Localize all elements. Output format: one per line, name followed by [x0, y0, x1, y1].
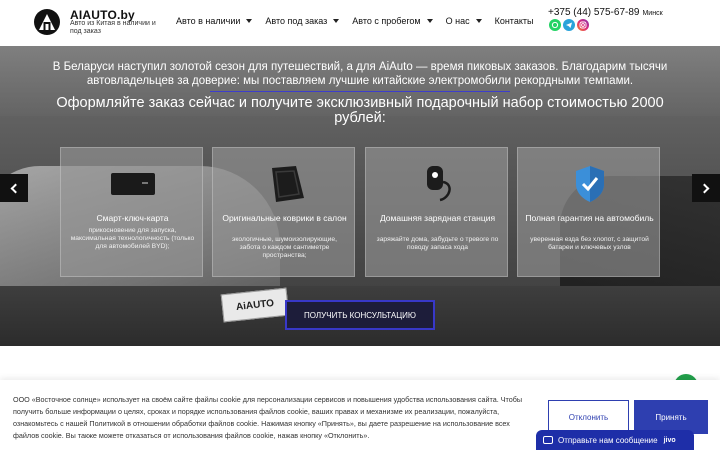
nav-item-label: Авто с пробегом: [352, 16, 421, 26]
cookie-accept-button[interactable]: Принять: [634, 400, 708, 434]
divider: [210, 91, 510, 92]
chevron-left-icon: [10, 183, 21, 193]
car-floor-mats-icon: [213, 162, 356, 206]
gift-card-title: Оригинальные коврики в салон: [222, 213, 347, 223]
slider-next-button[interactable]: [692, 174, 720, 202]
gift-card-desc: прикосновение для запуска, максимальная …: [70, 227, 195, 250]
chat-widget-button[interactable]: Отправьте нам сообщение jivo: [536, 430, 694, 450]
chevron-down-icon: [426, 19, 433, 23]
instagram-icon[interactable]: [577, 19, 589, 31]
chat-bubble-icon: [543, 436, 553, 444]
gift-card-smart-key: Смарт-ключ-карта прикосновение для запус…: [60, 147, 203, 277]
phone-value: +375 (44) 575-67-89: [548, 7, 640, 18]
chat-label: Отправьте нам сообщение: [558, 435, 658, 445]
cookie-decline-button[interactable]: Отклонить: [548, 400, 629, 434]
gift-card-desc: заряжайте дома, забудьте о тревоге по по…: [376, 236, 499, 251]
nav-item-about[interactable]: О нас: [446, 16, 482, 26]
chevron-down-icon: [246, 19, 253, 23]
gift-cards: Смарт-ключ-карта прикосновение для запус…: [60, 147, 660, 277]
site-header: AIAUTO.by Авто из Китая в наличии и под …: [0, 0, 720, 46]
smart-key-card-icon: [61, 162, 204, 206]
social-links: [549, 19, 589, 31]
telegram-icon[interactable]: [563, 19, 575, 31]
phone-number[interactable]: +375 (44) 575-67-89 Минск: [548, 7, 663, 18]
chevron-down-icon: [475, 19, 482, 23]
warranty-shield-icon: [518, 162, 661, 206]
nav-item-used[interactable]: Авто с пробегом: [352, 16, 433, 26]
chevron-down-icon: [333, 19, 340, 23]
gift-card-desc: экологичные, шумоизолирующие, забота о к…: [232, 236, 337, 259]
logo-subtitle: Авто из Китая в наличии и под заказ: [70, 20, 156, 35]
hero-banner: AiAUTO В Беларуси наступил золотой сезон…: [0, 46, 720, 346]
nav-item-contacts[interactable]: Контакты: [495, 16, 534, 26]
home-charging-station-icon: [366, 162, 509, 206]
gift-card-title: Смарт-ключ-карта: [96, 213, 169, 223]
gift-card-title: Полная гарантия на автомобиль: [525, 213, 654, 223]
whatsapp-icon[interactable]: [549, 19, 561, 31]
chevron-right-icon: [699, 183, 710, 193]
nav-item-label: Контакты: [494, 16, 534, 26]
phone-city: Минск: [642, 10, 663, 17]
nav-item-label: Авто в наличии: [176, 16, 241, 26]
cookie-text: ООО «Восточное солнце» использует на сво…: [13, 395, 523, 440]
logo-icon[interactable]: [33, 8, 61, 36]
nav-item-to-order[interactable]: Авто под заказ: [265, 16, 340, 26]
gift-card-title: Домашняя зарядная станция: [379, 213, 496, 223]
gift-card-warranty: Полная гарантия на автомобиль уверенная …: [517, 147, 660, 277]
slider-prev-button[interactable]: [0, 174, 28, 202]
nav-item-label: О нас: [445, 16, 470, 26]
main-nav: Авто в наличии Авто под заказ Авто с про…: [176, 16, 546, 26]
gift-card-floor-mats: Оригинальные коврики в салон экологичные…: [212, 147, 355, 277]
get-consultation-button[interactable]: ПОЛУЧИТЬ КОНСУЛЬТАЦИЮ: [285, 300, 435, 330]
nav-item-in-stock[interactable]: Авто в наличии: [176, 16, 253, 26]
gift-card-desc: уверенная езда без хлопот, с защитой бат…: [530, 236, 649, 251]
nav-item-label: Авто под заказ: [265, 16, 328, 26]
hero-intro-text: В Беларуси наступил золотой сезон для пу…: [52, 61, 668, 87]
gift-card-charging-station: Домашняя зарядная станция заряжайте дома…: [365, 147, 508, 277]
hero-headline: Оформляйте заказ сейчас и получите экскл…: [56, 95, 664, 126]
chat-brand: jivo: [663, 436, 676, 444]
